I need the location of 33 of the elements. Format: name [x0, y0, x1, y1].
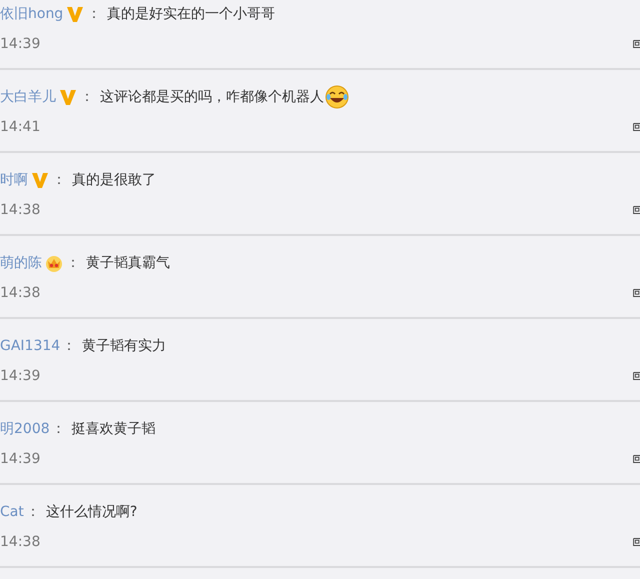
comment-text: 黄子韬真霸气 [86, 254, 170, 272]
colon: ： [26, 503, 40, 521]
username-link[interactable]: Cat [0, 504, 24, 520]
username-link[interactable]: 时啊 [0, 171, 28, 189]
comment-text: 挺喜欢黄子韬 [72, 420, 156, 438]
username-link[interactable]: 萌的陈 [0, 254, 42, 272]
laughing-emoji-icon [325, 85, 349, 109]
colon: ： [52, 420, 66, 438]
comment-time: 14:39 [0, 368, 40, 384]
username-link[interactable]: GAI1314 [0, 338, 60, 354]
comment-time: 14:38 [0, 285, 40, 301]
colon: ： [52, 171, 66, 189]
comment-time: 14:39 [0, 451, 40, 467]
colon: ： [80, 88, 94, 106]
comment-time: 14:39 [0, 36, 40, 52]
comment-text: 这评论都是买的吗，咋都像个机器人 [100, 88, 324, 106]
colon: ： [62, 337, 76, 355]
colon: ： [87, 5, 102, 23]
username-link[interactable]: 依旧hong [0, 5, 64, 23]
comment-text: 真的是好实在的一个小哥哥 [107, 5, 276, 23]
v-badge-icon [30, 170, 50, 190]
comment-text: 黄子韬有实力 [82, 337, 166, 355]
username-link[interactable]: 明2008 [0, 420, 50, 438]
comment-time: 14:38 [0, 202, 40, 218]
comment-time: 14:38 [0, 534, 40, 550]
v-badge-icon [58, 87, 78, 107]
colon: ： [66, 254, 80, 272]
comment-time: 14:41 [0, 119, 40, 135]
comment-text: 这什么情况啊? [46, 503, 138, 521]
comment-text: 真的是很敢了 [72, 171, 156, 189]
crown-badge-icon [44, 253, 64, 273]
v-badge-icon [65, 4, 86, 24]
username-link[interactable]: 大白羊儿 [0, 88, 56, 106]
